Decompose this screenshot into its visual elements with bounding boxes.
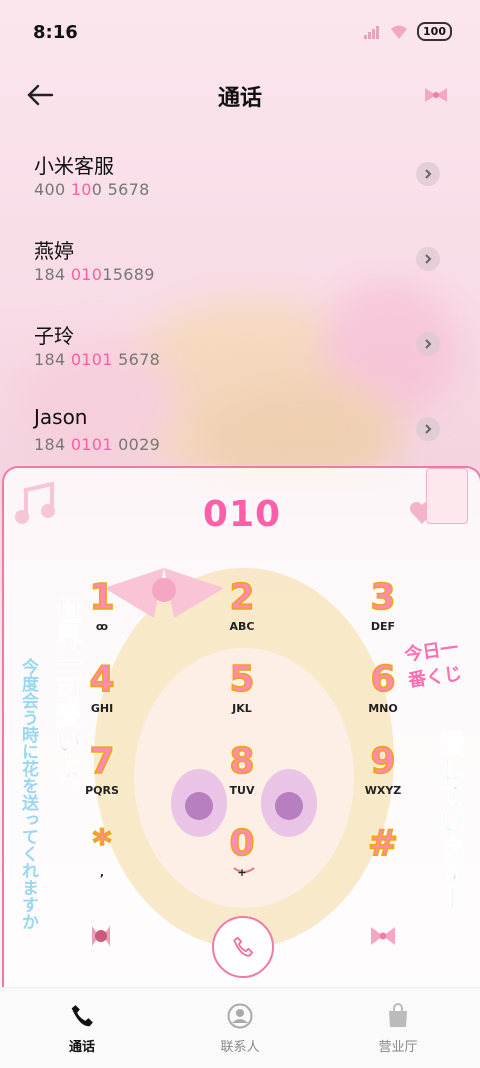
dialed-number: 010 (202, 494, 282, 535)
chevron-right-icon[interactable] (416, 417, 440, 441)
bow-menu-icon[interactable] (368, 924, 398, 948)
call-button[interactable] (212, 916, 274, 978)
side-text-right: 愛していますー (435, 730, 466, 913)
bow-icon[interactable] (422, 84, 450, 106)
header: 通话 (0, 72, 480, 120)
status-time: 8:16 (33, 22, 78, 43)
chevron-right-icon[interactable] (416, 332, 440, 356)
dial-key-5[interactable]: 5 JKL (192, 659, 292, 730)
tab-label: 营业厅 (378, 1040, 418, 1055)
status-icons: 100 (363, 22, 452, 41)
shopping-bag-icon (389, 1003, 407, 1027)
phone-icon (71, 1005, 93, 1027)
page-title: 通话 (217, 86, 262, 111)
status-bar: 8:16 100 (0, 0, 480, 68)
tab-service-hall[interactable]: 营业厅 (348, 1002, 448, 1055)
phone-icon (233, 936, 254, 957)
chevron-right-icon[interactable] (416, 162, 440, 186)
dial-key-hash[interactable]: # (333, 823, 433, 894)
contact-name: 燕婷 (34, 239, 74, 263)
battery-indicator: 100 (417, 22, 452, 41)
contact-name: Jason (34, 405, 88, 429)
list-item[interactable]: 燕婷 184 01015689 (0, 225, 480, 310)
contact-number: 184 01015689 (34, 265, 155, 284)
candy-icon[interactable] (86, 922, 116, 950)
dial-key-1[interactable]: 1ꝏ (52, 577, 152, 648)
contact-name: 小米客服 (34, 154, 114, 178)
tab-calls[interactable]: 通话 (32, 1002, 132, 1055)
dial-key-0[interactable]: 0 + (192, 823, 292, 894)
wifi-icon (391, 25, 408, 39)
tab-contacts[interactable]: 联系人 (190, 1002, 290, 1055)
side-text-left-2: 今度会う時に花を送ってくれますか (18, 658, 38, 930)
contacts-icon (227, 1003, 253, 1029)
contact-number: 184 0101 0029 (34, 435, 161, 454)
contact-number: 184 0101 5678 (34, 350, 161, 369)
recent-call-list: 小米客服 400 100 5678 燕婷 184 01015689 子玲 184… (0, 140, 480, 480)
contact-number: 400 100 5678 (34, 180, 150, 199)
dial-key-9[interactable]: 9 WXYZ (333, 741, 433, 812)
tab-label: 通话 (68, 1040, 95, 1055)
list-item[interactable]: 小米客服 400 100 5678 (0, 140, 480, 225)
signal-icon (364, 25, 380, 39)
tab-label: 联系人 (220, 1040, 260, 1055)
dial-key-star[interactable]: *, (52, 823, 152, 894)
dial-key-6[interactable]: 6 MNO (333, 659, 433, 730)
dialpad-panel: 010 世界一可愛いよ。 今度会う時に花を送ってくれますか 愛していますー 今日… (2, 466, 480, 989)
dial-key-8[interactable]: 8 TUV (192, 741, 292, 812)
dial-key-7[interactable]: 7 PQRS (52, 741, 152, 812)
contact-name: 子玲 (34, 324, 74, 348)
dial-key-2[interactable]: 2 ABC (192, 577, 292, 648)
chevron-right-icon[interactable] (416, 247, 440, 271)
dial-key-3[interactable]: 3 DEF (333, 577, 433, 648)
bottom-tab-bar: 通话 联系人 营业厅 (0, 987, 480, 1068)
list-item[interactable]: 子玲 184 0101 5678 (0, 310, 480, 395)
dial-key-4[interactable]: 4 GHI (52, 659, 152, 730)
